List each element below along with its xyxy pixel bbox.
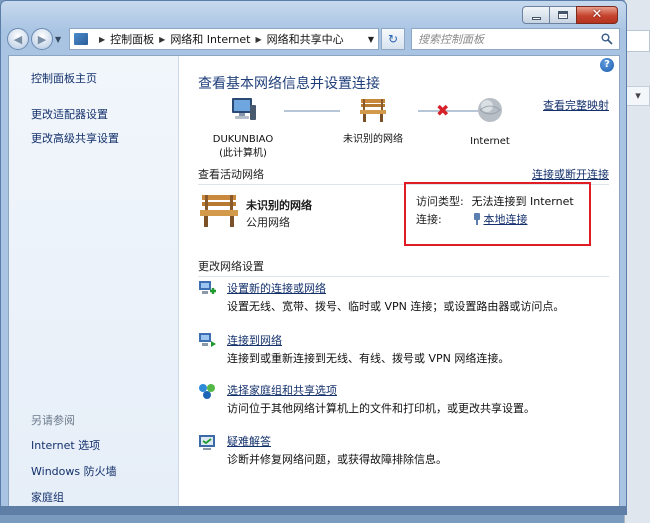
control-panel-home-link[interactable]: 控制面板主页 xyxy=(9,66,178,90)
window-bottom-border xyxy=(1,506,626,514)
homegroup-sharing-desc: 访问位于其他网络计算机上的文件和打印机，或更改共享设置。 xyxy=(227,402,535,415)
homegroup-icon xyxy=(199,384,215,399)
close-icon: ✕ xyxy=(591,7,603,22)
search-box[interactable] xyxy=(411,28,620,50)
map-node-internet[interactable]: Internet xyxy=(462,96,518,149)
network-map: DUKUNBIAO (此计算机) 未识别的网络 ✖ Internet xyxy=(198,96,518,166)
highlight-annotation-box: 访问类型: 无法连接到 Internet 连接: 本地连接 xyxy=(404,182,591,246)
connect-disconnect-link[interactable]: 连接或断开连接 xyxy=(532,166,609,182)
map-node-network[interactable]: 未识别的网络 xyxy=(328,96,418,147)
computer-name: DUKUNBIAO xyxy=(212,134,274,145)
back-arrow-icon: ◀ xyxy=(13,32,23,46)
page-title: 查看基本网络信息并设置连接 xyxy=(198,76,380,92)
computer-subtitle: (此计算机) xyxy=(219,148,267,159)
change-adapter-settings-link[interactable]: 更改适配器设置 xyxy=(9,102,178,126)
task-pane: 控制面板主页 更改适配器设置 更改高级共享设置 另请参阅 Internet 选项… xyxy=(9,56,179,509)
breadcrumb-network-internet[interactable]: 网络和 Internet xyxy=(170,31,250,47)
view-full-map-link[interactable]: 查看完整映射 xyxy=(543,97,609,113)
change-advanced-sharing-link[interactable]: 更改高级共享设置 xyxy=(9,126,178,150)
see-also-heading: 另请参阅 xyxy=(31,414,75,427)
bench-icon xyxy=(200,195,238,227)
network-sharing-center-window: ✕ ◀ ▶ ▼ ▶ 控制面板 ▶ 网络和 Internet ▶ 网络和共享中心 … xyxy=(0,0,627,515)
homegroup-sharing-link[interactable]: 选择家庭组和共享选项 xyxy=(227,382,337,398)
troubleshoot-link[interactable]: 疑难解答 xyxy=(227,433,271,449)
computer-icon xyxy=(232,98,256,120)
connection-row: 连接: 本地连接 xyxy=(416,211,528,227)
search-icon[interactable] xyxy=(601,33,613,45)
access-type-label: 访问类型: xyxy=(416,195,464,208)
navigation-bar: ◀ ▶ ▼ ▶ 控制面板 ▶ 网络和 Internet ▶ 网络和共享中心 ▼ … xyxy=(7,27,620,51)
back-button[interactable]: ◀ xyxy=(7,28,29,50)
change-settings-label: 更改网络设置 xyxy=(198,260,264,273)
troubleshoot-icon xyxy=(199,435,215,450)
background-window-field xyxy=(626,30,650,52)
help-icon[interactable]: ? xyxy=(600,58,614,72)
address-bar[interactable]: ▶ 控制面板 ▶ 网络和 Internet ▶ 网络和共享中心 ▼ xyxy=(69,28,379,50)
breadcrumb-separator-icon[interactable]: ▶ xyxy=(99,35,105,44)
disconnected-x-icon[interactable]: ✖ xyxy=(436,101,449,120)
active-network-kind[interactable]: 公用网络 xyxy=(246,214,290,230)
bench-icon xyxy=(360,99,386,122)
active-network-name: 未识别的网络 xyxy=(246,199,312,212)
client-area: 控制面板主页 更改适配器设置 更改高级共享设置 另请参阅 Internet 选项… xyxy=(8,55,620,510)
new-connection-icon xyxy=(199,281,216,294)
access-type-row: 访问类型: 无法连接到 Internet xyxy=(416,193,574,209)
address-history-dropdown-icon[interactable]: ▼ xyxy=(368,35,374,44)
access-type-value: 无法连接到 Internet xyxy=(471,195,574,208)
refresh-button[interactable]: ↻ xyxy=(381,28,405,50)
internet-options-link[interactable]: Internet 选项 xyxy=(9,432,178,458)
connection-label: 连接: xyxy=(416,213,442,226)
change-settings-header: 更改网络设置 xyxy=(198,258,609,277)
connect-to-network-desc: 连接到或重新连接到无线、有线、拨号或 VPN 网络连接。 xyxy=(227,352,510,365)
breadcrumb-network-sharing-center[interactable]: 网络和共享中心 xyxy=(267,31,344,47)
control-panel-folder-icon xyxy=(74,33,88,45)
active-networks-label: 查看活动网络 xyxy=(198,168,264,181)
see-also-links: Internet 选项 Windows 防火墙 家庭组 xyxy=(9,432,178,510)
refresh-icon: ↻ xyxy=(387,32,399,46)
caption-buttons: ✕ xyxy=(522,6,618,24)
breadcrumb-separator-icon[interactable]: ▶ xyxy=(256,35,262,44)
maximize-button[interactable] xyxy=(549,6,577,24)
background-window-dropdown: ▾ xyxy=(626,86,650,106)
forward-button[interactable]: ▶ xyxy=(31,28,53,50)
breadcrumb-control-panel[interactable]: 控制面板 xyxy=(110,31,154,47)
setup-new-connection-link[interactable]: 设置新的连接或网络 xyxy=(227,280,326,296)
forward-arrow-icon: ▶ xyxy=(37,32,47,46)
setup-new-connection-desc: 设置无线、宽带、拨号、临时或 VPN 连接；或设置路由器或访问点。 xyxy=(227,300,565,313)
connect-to-network-link[interactable]: 连接到网络 xyxy=(227,332,282,348)
main-content: ? 查看基本网络信息并设置连接 查看完整映射 DUKUNBIAO (此计算机) xyxy=(179,56,619,509)
ethernet-icon xyxy=(473,213,480,225)
internet-name: Internet xyxy=(470,136,510,147)
windows-firewall-link[interactable]: Windows 防火墙 xyxy=(9,458,178,484)
search-input[interactable] xyxy=(418,32,578,46)
troubleshoot-desc: 诊断并修复网络问题，或获得故障排除信息。 xyxy=(227,453,447,466)
minimize-icon xyxy=(531,16,541,20)
globe-icon xyxy=(478,98,502,122)
minimize-button[interactable] xyxy=(522,6,550,24)
network-name: 未识别的网络 xyxy=(343,134,403,145)
map-node-computer[interactable]: DUKUNBIAO (此计算机) xyxy=(208,96,278,161)
background-window: ▾ xyxy=(624,0,650,523)
breadcrumb: ▶ 控制面板 ▶ 网络和 Internet ▶ 网络和共享中心 xyxy=(94,31,344,47)
connect-network-icon xyxy=(199,333,216,347)
breadcrumb-separator-icon[interactable]: ▶ xyxy=(159,35,165,44)
recent-pages-dropdown[interactable]: ▼ xyxy=(55,35,65,44)
close-button[interactable]: ✕ xyxy=(576,6,618,24)
local-connection-link[interactable]: 本地连接 xyxy=(484,213,528,226)
maximize-icon xyxy=(558,11,568,19)
